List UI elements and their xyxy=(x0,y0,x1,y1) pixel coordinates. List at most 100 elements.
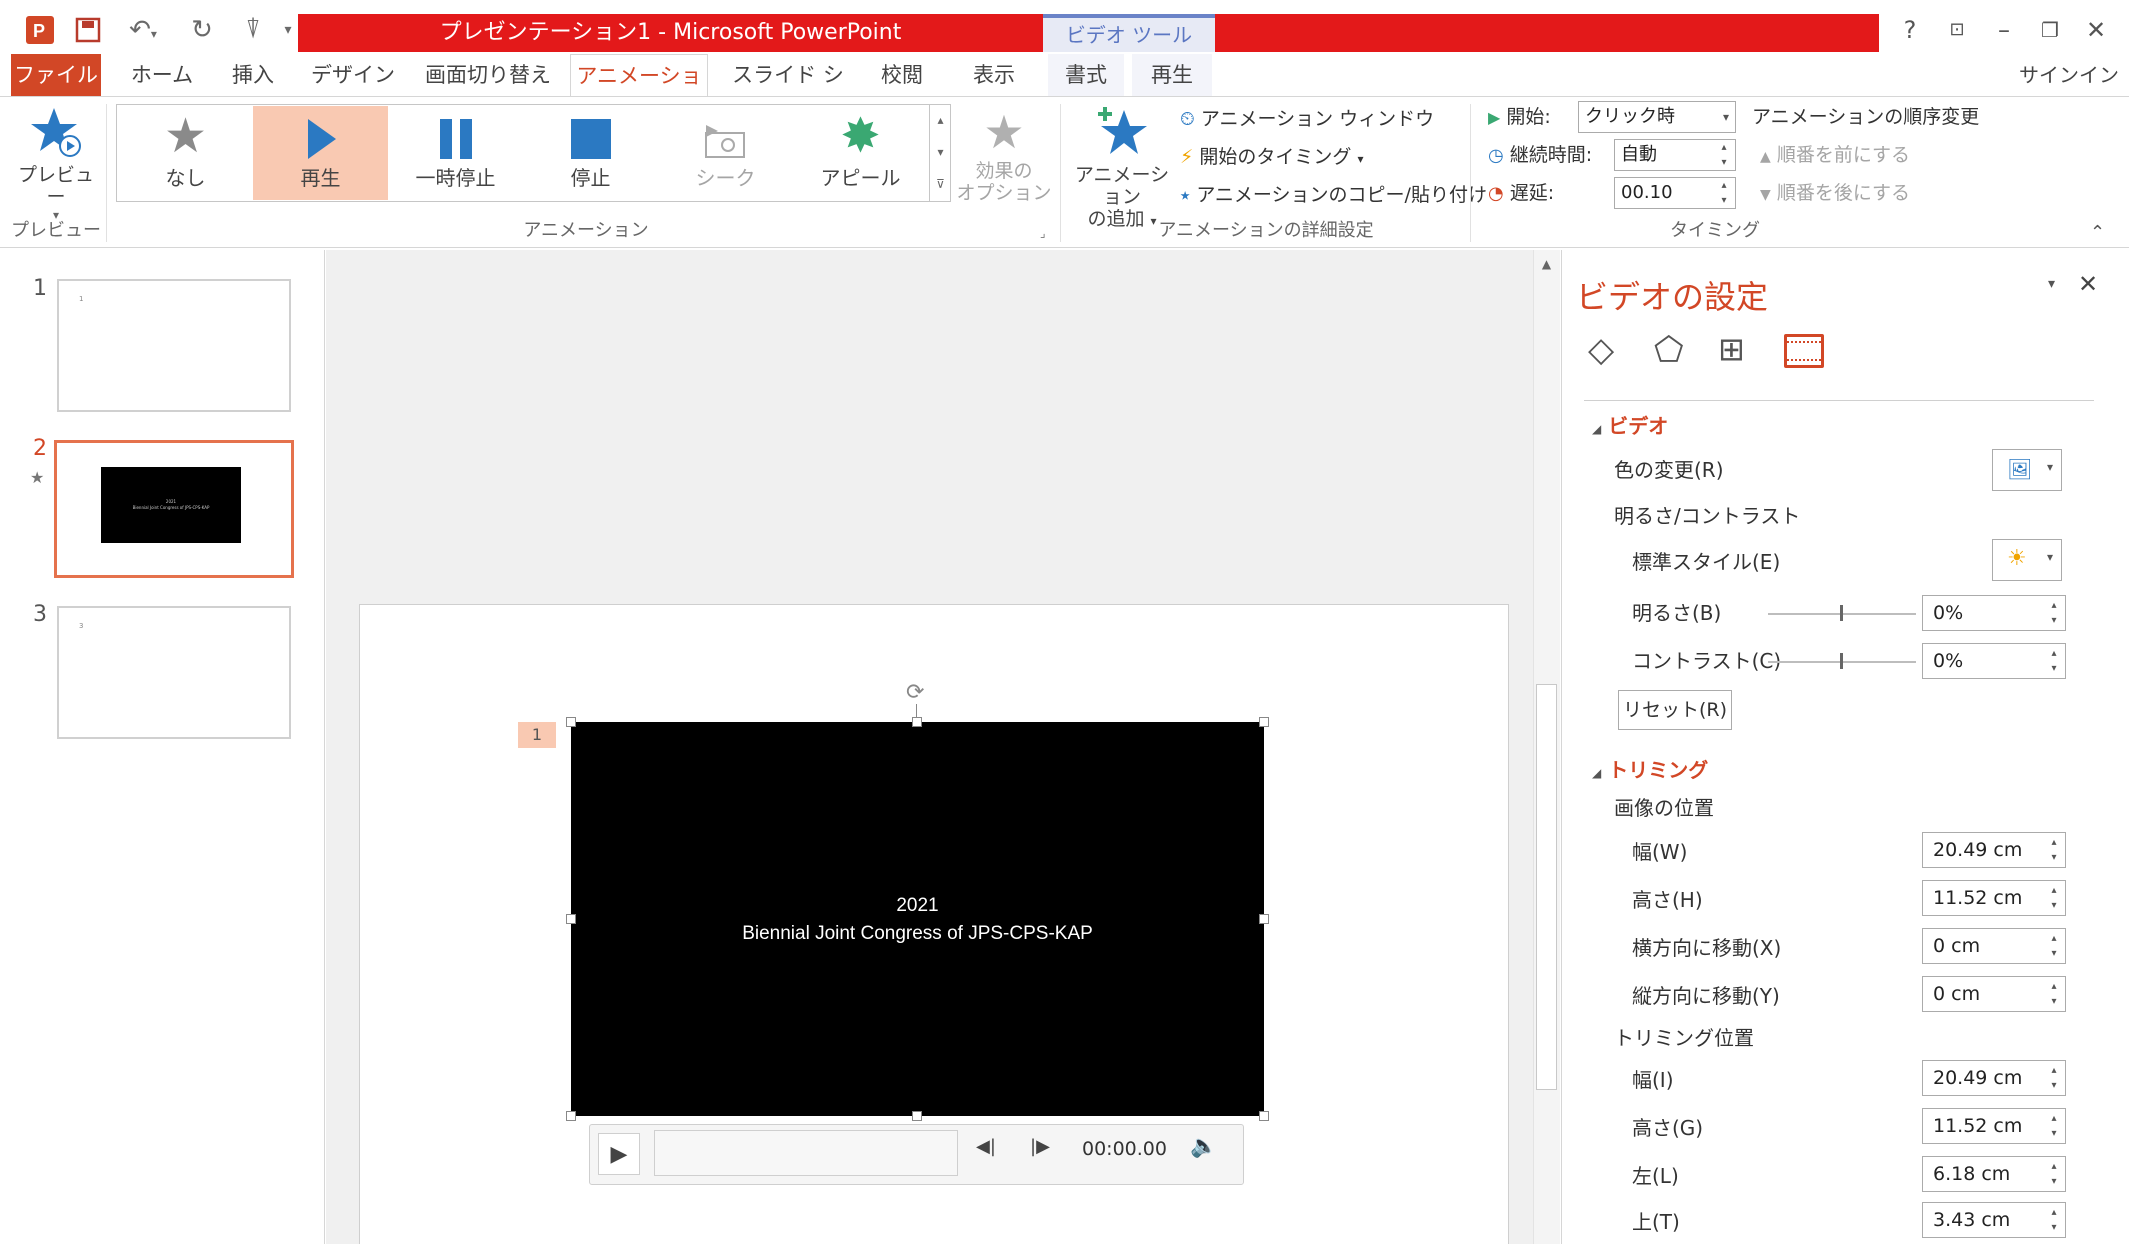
width-i-spinner[interactable]: 20.49 cm ▴ ▾ xyxy=(1922,1060,2066,1096)
minimize-icon[interactable]: – xyxy=(1984,12,2024,48)
spinner-arrows-icon[interactable]: ▴ ▾ xyxy=(2047,1063,2061,1093)
resize-handle[interactable] xyxy=(912,717,922,727)
customize-qat-icon[interactable]: ▾ xyxy=(280,10,296,50)
restore-icon[interactable]: ❐ xyxy=(2030,12,2070,48)
fill-line-icon[interactable]: ◇ xyxy=(1588,330,1614,370)
scroll-up-icon[interactable]: ▲ xyxy=(1533,252,1560,276)
close-icon[interactable]: ✕ xyxy=(2076,12,2116,48)
tab-playback[interactable]: 再生 xyxy=(1132,54,1212,96)
spinner-arrows-icon[interactable]: ▴ ▾ xyxy=(1717,178,1731,208)
tab-file[interactable]: ファイル xyxy=(11,54,101,96)
spinner-arrows-icon[interactable]: ▴ ▾ xyxy=(2047,1159,2061,1189)
slide-thumbnail-3[interactable]: 3 xyxy=(57,606,291,739)
player-progress-bar[interactable] xyxy=(654,1130,958,1176)
spinner-arrows-icon[interactable]: ▴ ▾ xyxy=(2047,1205,2061,1235)
left-l-spinner[interactable]: 6.18 cm ▴ ▾ xyxy=(1922,1156,2066,1192)
brightness-slider-knob[interactable] xyxy=(1840,605,1843,621)
pane-options-icon[interactable]: ▾ xyxy=(2048,276,2055,292)
scrollbar-thumb[interactable] xyxy=(1536,684,1557,1090)
gallery-item-seek[interactable]: シーク xyxy=(658,106,793,200)
contrast-slider-knob[interactable] xyxy=(1840,653,1843,669)
gallery-scroll-down-icon[interactable]: ▾ xyxy=(930,136,951,168)
gallery-item-pause[interactable]: 一時停止 xyxy=(388,106,523,200)
height-h-spinner[interactable]: 11.52 cm ▴ ▾ xyxy=(1922,880,2066,916)
gallery-scroll[interactable]: ▴ ▾ ⊽ xyxy=(929,104,951,202)
step-forward-icon[interactable]: |▶ xyxy=(1030,1136,1050,1157)
spinner-arrows-icon[interactable]: ▴ ▾ xyxy=(2047,931,2061,961)
video-section-header[interactable]: ◢ ビデオ xyxy=(1592,408,1668,444)
crop-section-header[interactable]: ◢ トリミング xyxy=(1592,752,1708,788)
offset-y-spinner[interactable]: 0 cm ▴ ▾ xyxy=(1922,976,2066,1012)
signin-link[interactable]: サインイン xyxy=(2019,54,2119,96)
size-properties-icon[interactable]: ⊞ xyxy=(1718,330,1745,368)
tab-insert[interactable]: 挿入 xyxy=(220,54,286,96)
resize-handle[interactable] xyxy=(1259,1111,1269,1121)
spinner-arrows-icon[interactable]: ▴ ▾ xyxy=(2047,835,2061,865)
gallery-item-play[interactable]: 再生 xyxy=(253,106,388,200)
gallery-scroll-up-icon[interactable]: ▴ xyxy=(930,104,951,136)
tab-slideshow[interactable]: スライド ショー xyxy=(722,54,854,129)
undo-icon[interactable]: ↶▾ xyxy=(118,10,168,50)
gallery-item-appeal[interactable]: ✸ アピール xyxy=(793,106,928,200)
animation-order-tag[interactable]: 1 xyxy=(518,722,556,748)
trigger-button[interactable]: ⚡ 開始のタイミング ▾ xyxy=(1180,142,1363,172)
spinner-arrows-icon[interactable]: ▴ ▾ xyxy=(2047,1111,2061,1141)
dialog-launcher-icon[interactable]: ⌟ xyxy=(1040,226,1046,240)
ribbon-display-options-icon[interactable]: ⊡ xyxy=(1937,12,1977,48)
tab-animations[interactable]: アニメーション xyxy=(570,54,708,130)
spinner-arrows-icon[interactable]: ▴ ▾ xyxy=(2047,598,2061,628)
player-play-icon[interactable]: ▶ xyxy=(598,1133,640,1175)
tab-format[interactable]: 書式 xyxy=(1048,54,1124,96)
tab-view[interactable]: 表示 xyxy=(962,54,1026,96)
slide-thumbnail-2[interactable]: 2021 Biennial Joint Congress of JPS-CPS-… xyxy=(54,440,294,578)
resize-handle[interactable] xyxy=(566,717,576,727)
rotate-handle-icon[interactable]: ⟳ xyxy=(906,680,924,705)
tab-home[interactable]: ホーム xyxy=(124,54,200,96)
offset-x-spinner[interactable]: 0 cm ▴ ▾ xyxy=(1922,928,2066,964)
resize-handle[interactable] xyxy=(1259,914,1269,924)
animation-pane-button[interactable]: ⏲ アニメーション ウィンドウ xyxy=(1180,104,1434,134)
start-from-beginning-icon[interactable]: ⍒ xyxy=(230,10,276,50)
add-animation-button[interactable]: アニメーション の追加 ▾ xyxy=(1066,104,1178,230)
preview-button[interactable]: プレビュー ▾ xyxy=(18,104,94,222)
spinner-arrows-icon[interactable]: ▴ ▾ xyxy=(2047,979,2061,1009)
delay-spinner[interactable]: 00.10 ▴ ▾ xyxy=(1614,177,1736,209)
top-t-spinner[interactable]: 3.43 cm ▴ ▾ xyxy=(1922,1202,2066,1238)
help-icon[interactable]: ? xyxy=(1890,12,1930,48)
collapse-ribbon-icon[interactable]: ⌃ xyxy=(2090,222,2105,243)
effect-options-button[interactable]: ★ 効果の オプション xyxy=(956,104,1052,214)
spinner-arrows-icon[interactable]: ▴ ▾ xyxy=(1717,140,1731,170)
resize-handle[interactable] xyxy=(1259,717,1269,727)
step-back-icon[interactable]: ◀| xyxy=(976,1136,996,1157)
height-g-spinner[interactable]: 11.52 cm ▴ ▾ xyxy=(1922,1108,2066,1144)
brightness-spinner[interactable]: 0% ▴ ▾ xyxy=(1922,595,2066,631)
tab-review[interactable]: 校閲 xyxy=(870,54,934,96)
resize-handle[interactable] xyxy=(566,914,576,924)
redo-icon[interactable]: ↻ xyxy=(182,10,222,50)
recolor-dropdown[interactable]: 🖼 ▾ xyxy=(1992,449,2062,491)
save-icon[interactable] xyxy=(68,10,108,50)
width-w-spinner[interactable]: 20.49 cm ▴ ▾ xyxy=(1922,832,2066,868)
presets-dropdown[interactable]: ☀ ▾ xyxy=(1992,539,2062,581)
move-later-button[interactable]: ▼ 順番を後にする xyxy=(1760,178,1910,208)
spinner-arrows-icon[interactable]: ▴ ▾ xyxy=(2047,883,2061,913)
effects-pentagon-icon[interactable]: ⬠ xyxy=(1654,330,1684,370)
resize-handle[interactable] xyxy=(912,1111,922,1121)
animation-painter-button[interactable]: ⭑ アニメーションのコピー/貼り付け xyxy=(1180,180,1487,210)
duration-spinner[interactable]: 自動 ▴ ▾ xyxy=(1614,139,1736,171)
contrast-spinner[interactable]: 0% ▴ ▾ xyxy=(1922,643,2066,679)
video-settings-icon[interactable] xyxy=(1784,334,1824,368)
move-earlier-button[interactable]: ▲ 順番を前にする xyxy=(1760,140,1910,170)
start-combo[interactable]: クリック時 ▾ xyxy=(1578,101,1736,133)
resize-handle[interactable] xyxy=(566,1111,576,1121)
slide-thumbnail-1[interactable]: 1 xyxy=(57,279,291,412)
gallery-more-icon[interactable]: ⊽ xyxy=(930,168,951,200)
volume-icon[interactable]: 🔈 xyxy=(1190,1134,1217,1159)
tab-design[interactable]: デザイン xyxy=(308,54,398,96)
reset-button[interactable]: リセット(R) xyxy=(1618,690,1732,730)
gallery-item-none[interactable]: ★ なし xyxy=(118,106,253,200)
video-object[interactable]: 2021 Biennial Joint Congress of JPS-CPS-… xyxy=(571,722,1264,1116)
tab-transitions[interactable]: 画面切り替え xyxy=(418,54,558,96)
gallery-item-stop[interactable]: 停止 xyxy=(523,106,658,200)
spinner-arrows-icon[interactable]: ▴ ▾ xyxy=(2047,646,2061,676)
